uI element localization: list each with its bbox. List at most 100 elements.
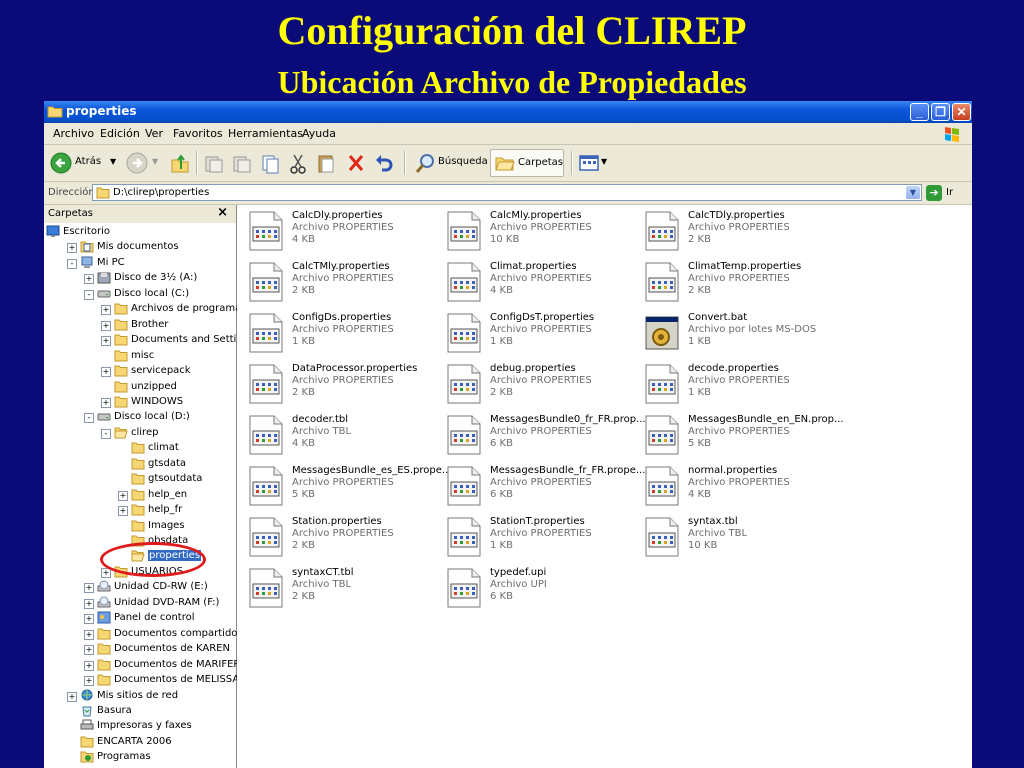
close-pane-icon[interactable]: ×	[217, 205, 228, 220]
cut-icon[interactable]	[288, 150, 308, 176]
file-item[interactable]: CalcDly.properties Archivo PROPERTIES 4 KB	[245, 209, 441, 257]
expand-icon[interactable]: +	[84, 274, 94, 285]
menu-herramientas[interactable]: Herramientas	[228, 127, 303, 140]
file-item[interactable]: Convert.bat Archivo por lotes MS-DOS 1 KB	[641, 311, 837, 359]
search-button-label[interactable]: Búsqueda	[438, 156, 488, 167]
back-button-label[interactable]: Atrás	[75, 156, 101, 167]
file-type: Archivo PROPERTIES	[688, 273, 790, 284]
search-icon[interactable]	[414, 150, 436, 176]
file-item[interactable]: MessagesBundle_en_EN.prop... Archivo PROP…	[641, 413, 844, 461]
file-item[interactable]: ConfigDsT.properties Archivo PROPERTIES 1 …	[443, 311, 639, 359]
file-item[interactable]: normal.properties Archivo PROPERTIES 4 KB	[641, 464, 837, 512]
file-item[interactable]: decode.properties Archivo PROPERTIES 1 KB	[641, 362, 837, 410]
expand-icon[interactable]: +	[118, 506, 128, 517]
file-item[interactable]: ClimatTemp.properties Archivo PROPERTIES 2…	[641, 260, 837, 308]
expand-icon[interactable]: +	[84, 660, 94, 671]
expand-icon[interactable]: +	[67, 243, 77, 254]
expand-icon[interactable]: +	[118, 490, 128, 501]
expand-icon[interactable]: +	[84, 676, 94, 687]
menu-ver[interactable]: Ver	[145, 127, 163, 140]
file-item[interactable]: DataProcessor.properties Archivo PROPERTI…	[245, 362, 441, 410]
collapse-icon[interactable]: -	[101, 428, 111, 439]
menu-archivo[interactable]: Archivo	[53, 127, 94, 140]
file-item[interactable]: StationT.properties Archivo PROPERTIES 1 K…	[443, 515, 639, 563]
document-icon	[447, 313, 481, 353]
file-type: Archivo TBL	[688, 528, 748, 539]
expand-icon[interactable]: +	[84, 614, 94, 625]
document-icon	[645, 466, 679, 506]
file-size: 10 KB	[490, 234, 520, 245]
expand-icon[interactable]: +	[84, 583, 94, 594]
window-titlebar[interactable]: properties _ ❐ ✕	[44, 101, 972, 123]
menu-ayuda[interactable]: Ayuda	[302, 127, 336, 140]
folder-icon	[131, 503, 145, 516]
file-item[interactable]: CalcMly.properties Archivo PROPERTIES 10 K…	[443, 209, 639, 257]
expand-icon[interactable]: +	[101, 336, 111, 347]
file-item[interactable]: MessagesBundle0_fr_FR.prop... Archivo PRO…	[443, 413, 646, 461]
file-type: Archivo PROPERTIES	[688, 375, 790, 386]
undo-icon[interactable]	[374, 150, 394, 176]
file-item[interactable]: syntaxCT.tbl Archivo TBL 2 KB	[245, 566, 441, 614]
file-size: 5 KB	[688, 438, 711, 449]
go-arrow-icon[interactable]: ➔	[926, 185, 942, 201]
folder-icon	[97, 658, 111, 671]
menu-favoritos[interactable]: Favoritos	[173, 127, 223, 140]
document-icon	[645, 262, 679, 302]
file-item[interactable]: syntax.tbl Archivo TBL 10 KB	[641, 515, 837, 563]
forward-dropdown-icon[interactable]: ▼	[152, 157, 158, 166]
move-to-icon[interactable]	[204, 150, 224, 176]
file-item[interactable]: Climat.properties Archivo PROPERTIES 4 KB	[443, 260, 639, 308]
up-folder-icon[interactable]	[170, 150, 190, 176]
collapse-icon[interactable]: -	[67, 258, 77, 269]
expand-icon[interactable]: +	[67, 691, 77, 702]
folder-icon	[114, 380, 128, 393]
back-arrow-icon[interactable]	[50, 150, 72, 176]
menu-edicion[interactable]: Edición	[100, 127, 140, 140]
file-item[interactable]: decoder.tbl Archivo TBL 4 KB	[245, 413, 441, 461]
file-size: 1 KB	[688, 336, 711, 347]
expand-icon[interactable]: +	[101, 397, 111, 408]
file-item[interactable]: Station.properties Archivo PROPERTIES 2 KB	[245, 515, 441, 563]
cd-drive-icon	[97, 580, 111, 593]
file-item[interactable]: debug.properties Archivo PROPERTIES 2 KB	[443, 362, 639, 410]
tree-item-label: Basura	[97, 704, 132, 716]
expand-icon[interactable]: +	[101, 320, 111, 331]
minimize-button[interactable]: _	[910, 103, 929, 121]
document-icon	[447, 517, 481, 557]
tree-item-label: Unidad DVD-RAM (F:)	[114, 596, 220, 608]
expand-icon[interactable]: +	[101, 367, 111, 378]
restore-button[interactable]: ❐	[931, 103, 950, 121]
expand-icon[interactable]: +	[84, 645, 94, 656]
document-icon	[249, 211, 283, 251]
collapse-icon[interactable]: -	[84, 413, 94, 424]
folder-icon	[80, 735, 94, 748]
close-button[interactable]: ✕	[952, 103, 971, 121]
expand-icon[interactable]: +	[101, 305, 111, 316]
address-dropdown-icon[interactable]: ▼	[906, 186, 920, 199]
cd-drive-icon	[97, 596, 111, 609]
file-item[interactable]: MessagesBundle_es_ES.prope... Archivo PRO…	[245, 464, 451, 512]
copy-icon[interactable]	[260, 150, 280, 176]
collapse-icon[interactable]: -	[84, 289, 94, 300]
forward-arrow-icon[interactable]	[126, 150, 148, 176]
file-item[interactable]: CalcTDly.properties Archivo PROPERTIES 2 K…	[641, 209, 837, 257]
tree-item-label: Disco de 3½ (A:)	[114, 272, 198, 284]
file-item[interactable]: typedef.upi Archivo UPI 6 KB	[443, 566, 639, 614]
address-input[interactable]: D:\clirep\properties ▼	[92, 184, 922, 201]
folders-button-label: Carpetas	[518, 157, 563, 168]
file-size: 4 KB	[292, 234, 315, 245]
views-dropdown-icon[interactable]: ▼	[601, 157, 607, 166]
my-computer-icon	[80, 256, 94, 269]
expand-icon[interactable]: +	[84, 629, 94, 640]
back-dropdown-icon[interactable]: ▼	[110, 157, 116, 166]
folders-button[interactable]: Carpetas	[490, 149, 564, 177]
views-icon[interactable]	[578, 150, 600, 176]
paste-icon[interactable]	[316, 150, 336, 176]
file-item[interactable]: MessagesBundle_fr_FR.prope... Archivo PRO…	[443, 464, 645, 512]
go-button-label[interactable]: Ir	[946, 187, 953, 198]
expand-icon[interactable]: +	[84, 598, 94, 609]
file-item[interactable]: CalcTMly.properties Archivo PROPERTIES 2 K…	[245, 260, 441, 308]
delete-icon[interactable]	[346, 150, 366, 176]
copy-to-icon[interactable]	[232, 150, 252, 176]
file-item[interactable]: ConfigDs.properties Archivo PROPERTIES 1 K…	[245, 311, 441, 359]
